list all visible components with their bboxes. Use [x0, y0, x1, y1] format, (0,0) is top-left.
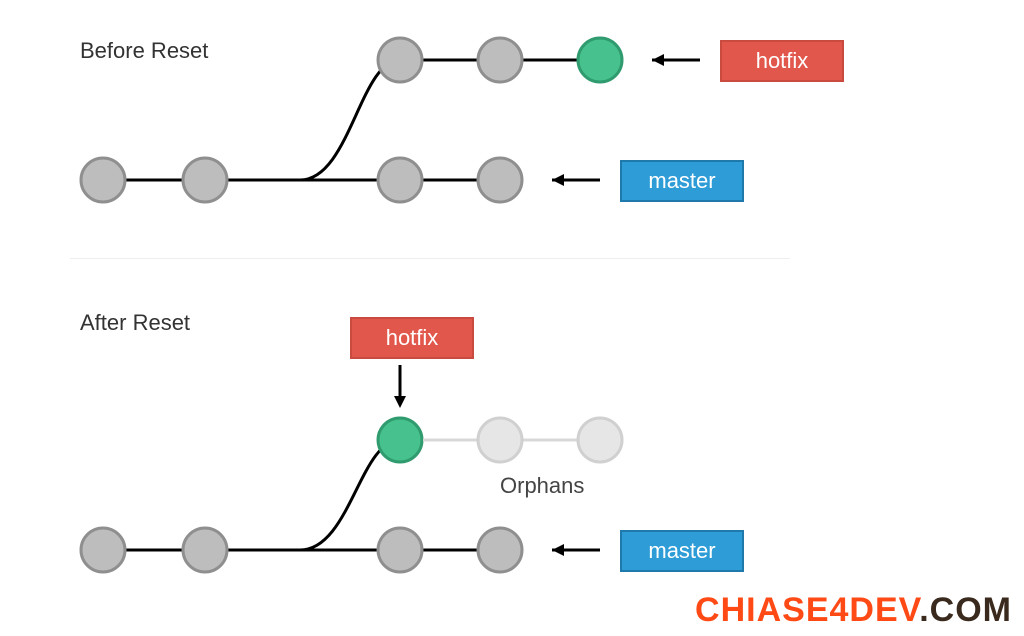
watermark: CHIASE4DEV.COM	[695, 591, 1012, 630]
arrow-head-icon	[394, 396, 406, 408]
master-tag-after: master	[620, 530, 744, 572]
watermark-part2: .COM	[919, 591, 1012, 629]
watermark-part1: CHIASE4DEV	[695, 591, 919, 629]
orphan-commit-node	[478, 418, 522, 462]
orphans-label: Orphans	[500, 473, 584, 499]
commit-node-green	[378, 418, 422, 462]
arrow-head-icon	[552, 544, 564, 556]
commit-node	[378, 528, 422, 572]
commit-node	[183, 528, 227, 572]
commit-node	[478, 528, 522, 572]
commit-node	[81, 528, 125, 572]
diagram-canvas: Before Reset hotfix master After Reset	[0, 0, 1024, 636]
orphan-commit-node	[578, 418, 622, 462]
hotfix-tag-after: hotfix	[350, 317, 474, 359]
after-diagram	[0, 0, 1024, 636]
